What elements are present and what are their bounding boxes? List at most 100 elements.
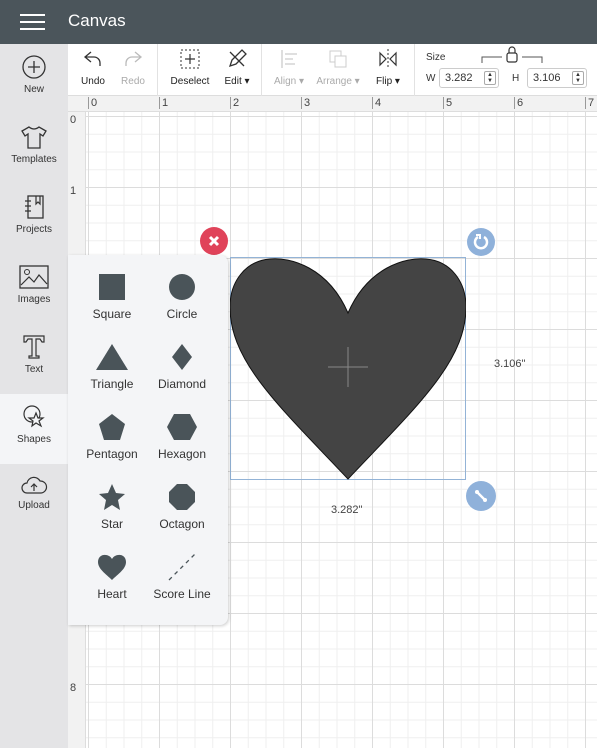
shapes-icon xyxy=(23,405,45,428)
selection-box[interactable] xyxy=(230,257,466,480)
sidebar-label: Images xyxy=(17,294,51,305)
undo-button[interactable]: Undo xyxy=(80,48,106,87)
align-icon xyxy=(281,50,297,68)
sidebar-label: Upload xyxy=(18,500,50,511)
arrange-label: Arrange ▾ xyxy=(316,76,360,87)
resize-handle[interactable] xyxy=(466,481,496,511)
close-icon xyxy=(208,235,220,247)
score-line-icon xyxy=(168,553,196,581)
heart-icon xyxy=(98,554,126,580)
ruler-x-label: 7 xyxy=(585,97,594,109)
triangle-icon xyxy=(96,344,128,370)
sidebar: New Templates Projects Images Text Shape… xyxy=(0,44,68,748)
arrange-icon xyxy=(329,50,347,68)
sidebar-label: New xyxy=(23,84,44,95)
size-label: Size xyxy=(426,52,446,63)
flip-label: Flip ▾ xyxy=(376,76,400,87)
shape-circle[interactable]: Circle xyxy=(142,255,222,325)
shape-hexagon[interactable]: Hexagon xyxy=(142,395,222,465)
horizontal-ruler: 0 1 2 3 4 5 6 7 xyxy=(68,96,597,112)
edit-label: Edit ▾ xyxy=(224,76,250,87)
ruler-x-label: 3 xyxy=(301,97,310,109)
pentagon-icon xyxy=(99,414,125,440)
sidebar-item-templates[interactable]: Templates xyxy=(0,114,68,184)
star-icon xyxy=(99,484,125,510)
flip-icon xyxy=(379,49,397,69)
shape-pentagon[interactable]: Pentagon xyxy=(72,395,152,465)
rotate-handle[interactable] xyxy=(467,228,495,256)
arrange-button[interactable]: Arrange ▾ xyxy=(314,48,362,87)
width-stepper[interactable]: ▲ ▼ xyxy=(484,71,496,85)
sidebar-item-new[interactable]: New xyxy=(0,44,68,114)
deselect-button[interactable]: Deselect xyxy=(168,48,212,87)
shape-label: Star xyxy=(100,517,123,531)
lock-icon[interactable] xyxy=(480,46,544,64)
circle-icon xyxy=(169,274,195,300)
shape-diamond[interactable]: Diamond xyxy=(142,325,222,395)
toolbar: Undo Redo Deselect Edit ▾ Align ▾ Arrang… xyxy=(68,44,597,96)
shape-score-line[interactable]: Score Line xyxy=(142,535,222,605)
edit-button[interactable]: Edit ▾ xyxy=(220,48,254,87)
shape-octagon[interactable]: Octagon xyxy=(142,465,222,535)
sidebar-item-projects[interactable]: Projects xyxy=(0,184,68,254)
sidebar-item-shapes[interactable]: Shapes xyxy=(0,394,68,464)
sidebar-item-text[interactable]: Text xyxy=(0,324,68,394)
height-input[interactable]: 3.106 ▲ ▼ xyxy=(527,68,587,88)
redo-icon xyxy=(125,51,143,66)
redo-button[interactable]: Redo xyxy=(120,48,146,87)
ruler-x-label: 2 xyxy=(230,97,239,109)
app-title: Canvas xyxy=(68,11,126,30)
flip-button[interactable]: Flip ▾ xyxy=(371,48,405,87)
shape-label: Square xyxy=(92,307,132,321)
align-label: Align ▾ xyxy=(273,76,305,87)
text-icon xyxy=(23,335,45,359)
shapes-panel: Square Circle Triangle Diamond Pentagon … xyxy=(68,255,228,625)
sidebar-label: Templates xyxy=(11,154,57,165)
undo-icon xyxy=(83,51,101,66)
ruler-x-label: 5 xyxy=(443,97,452,109)
width-input[interactable]: 3.282 ▲ ▼ xyxy=(439,68,499,88)
octagon-icon xyxy=(169,484,195,510)
shape-star[interactable]: Star xyxy=(72,465,152,535)
height-dimension: 3.106" xyxy=(494,358,526,370)
delete-button[interactable] xyxy=(200,227,228,255)
width-label: W xyxy=(426,73,436,84)
shape-heart[interactable]: Heart xyxy=(72,535,152,605)
ruler-y-label: 8 xyxy=(70,682,77,694)
sidebar-item-upload[interactable]: Upload xyxy=(0,464,68,534)
shape-label: Heart xyxy=(97,587,127,601)
ruler-x-label: 4 xyxy=(372,97,381,109)
width-value: 3.282 xyxy=(445,72,473,84)
shape-label: Triangle xyxy=(90,377,134,391)
notebook-icon xyxy=(25,195,44,219)
ruler-x-label: 6 xyxy=(514,97,523,109)
cloud-upload-icon xyxy=(21,476,48,494)
height-stepper[interactable]: ▲ ▼ xyxy=(572,71,584,85)
shape-label: Circle xyxy=(166,307,198,321)
edit-icon xyxy=(228,49,247,68)
rotate-icon xyxy=(473,234,489,250)
sidebar-item-images[interactable]: Images xyxy=(0,254,68,324)
plus-circle-icon xyxy=(22,55,46,79)
ruler-y-label: 0 xyxy=(70,114,77,126)
heart-shape[interactable] xyxy=(230,257,466,480)
shape-label: Octagon xyxy=(159,517,205,531)
shape-label: Score Line xyxy=(153,587,211,601)
sidebar-label: Projects xyxy=(15,224,53,235)
divider xyxy=(414,44,415,96)
deselect-label: Deselect xyxy=(170,76,210,87)
resize-icon xyxy=(475,490,487,502)
shape-label: Diamond xyxy=(157,377,207,391)
shape-square[interactable]: Square xyxy=(72,255,152,325)
divider xyxy=(157,44,158,96)
shape-triangle[interactable]: Triangle xyxy=(72,325,152,395)
sidebar-label: Shapes xyxy=(17,434,51,445)
diamond-icon xyxy=(172,344,192,370)
image-icon xyxy=(19,265,49,289)
tshirt-icon xyxy=(21,126,47,149)
hamburger-icon[interactable] xyxy=(20,14,45,30)
height-value: 3.106 xyxy=(533,72,561,84)
align-button[interactable]: Align ▾ xyxy=(270,48,308,87)
square-icon xyxy=(99,274,125,300)
width-dimension: 3.282" xyxy=(331,504,363,516)
